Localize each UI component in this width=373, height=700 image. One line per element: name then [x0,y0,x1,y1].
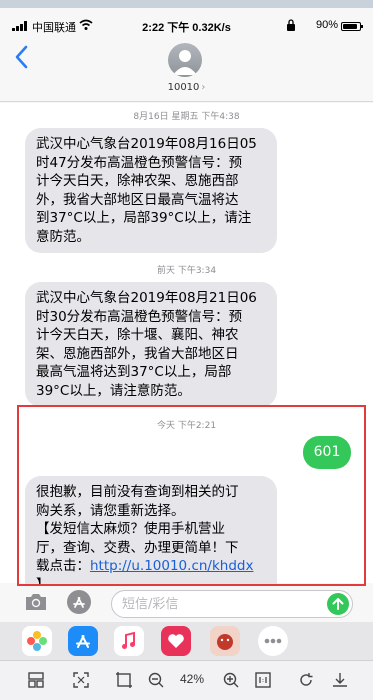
download-icon[interactable] [331,671,349,689]
contact-name[interactable]: 10010 › [0,82,373,93]
battery-icon [341,22,363,31]
contact-number: 10010 [167,82,200,93]
more-icon[interactable] [258,626,288,656]
app-store-icon[interactable] [68,626,98,656]
message-field[interactable] [111,590,353,618]
crop-icon[interactable] [115,671,133,689]
highlight-box [17,405,366,586]
timestamp-date: 前天 [156,266,175,276]
app-drawer [0,622,373,660]
chevron-right-icon: › [201,82,206,93]
window-top-strip [0,0,373,8]
camera-icon[interactable] [24,592,48,611]
send-button[interactable] [327,593,349,615]
grid-icon[interactable] [27,671,45,689]
timestamp: 8月16日 星期五 下午4:38 [0,109,373,122]
person-icon [173,50,197,75]
memoji-icon[interactable] [210,626,240,656]
avatar[interactable] [168,43,202,77]
message-input[interactable] [122,595,312,613]
phone-screen: 中国联通 2:22 下午 0.32K/s 90% 10010 › 8月16日 星… [0,0,373,700]
zoom-in-icon[interactable] [222,671,240,689]
timestamp-time: 下午4:38 [201,112,240,122]
orientation-lock-icon [287,19,295,31]
incoming-message[interactable]: 武汉中心气象台2019年08月16日05 时47分发布高温橙色预警信号：预 计今… [25,128,277,253]
music-icon[interactable] [114,626,144,656]
timestamp: 前天 下午3:34 [0,263,373,276]
heart-app-icon[interactable] [161,626,191,656]
viewer-toolbar: 42% [0,660,373,700]
timestamp-date: 8月16日 星期五 [133,112,199,122]
photos-icon[interactable] [22,626,52,656]
rotate-icon[interactable] [297,671,315,689]
actual-size-icon[interactable] [254,671,272,689]
send-arrow-icon [332,598,344,610]
input-bar [0,586,373,622]
zoom-level: 42% [180,672,205,686]
battery-percent: 90% [316,19,339,31]
conversation-header: 10010 › [0,38,373,102]
timestamp-time: 下午3:34 [177,266,217,276]
zoom-out-icon[interactable] [147,671,165,689]
back-chevron-icon[interactable] [12,44,32,70]
status-bar: 中国联通 2:22 下午 0.32K/s 90% [0,16,373,38]
incoming-message[interactable]: 武汉中心气象台2019年08月21日06 时30分发布高温橙色预警信号：预 计今… [25,282,277,407]
app-store-icon[interactable] [67,590,91,614]
fit-icon[interactable] [72,671,90,689]
